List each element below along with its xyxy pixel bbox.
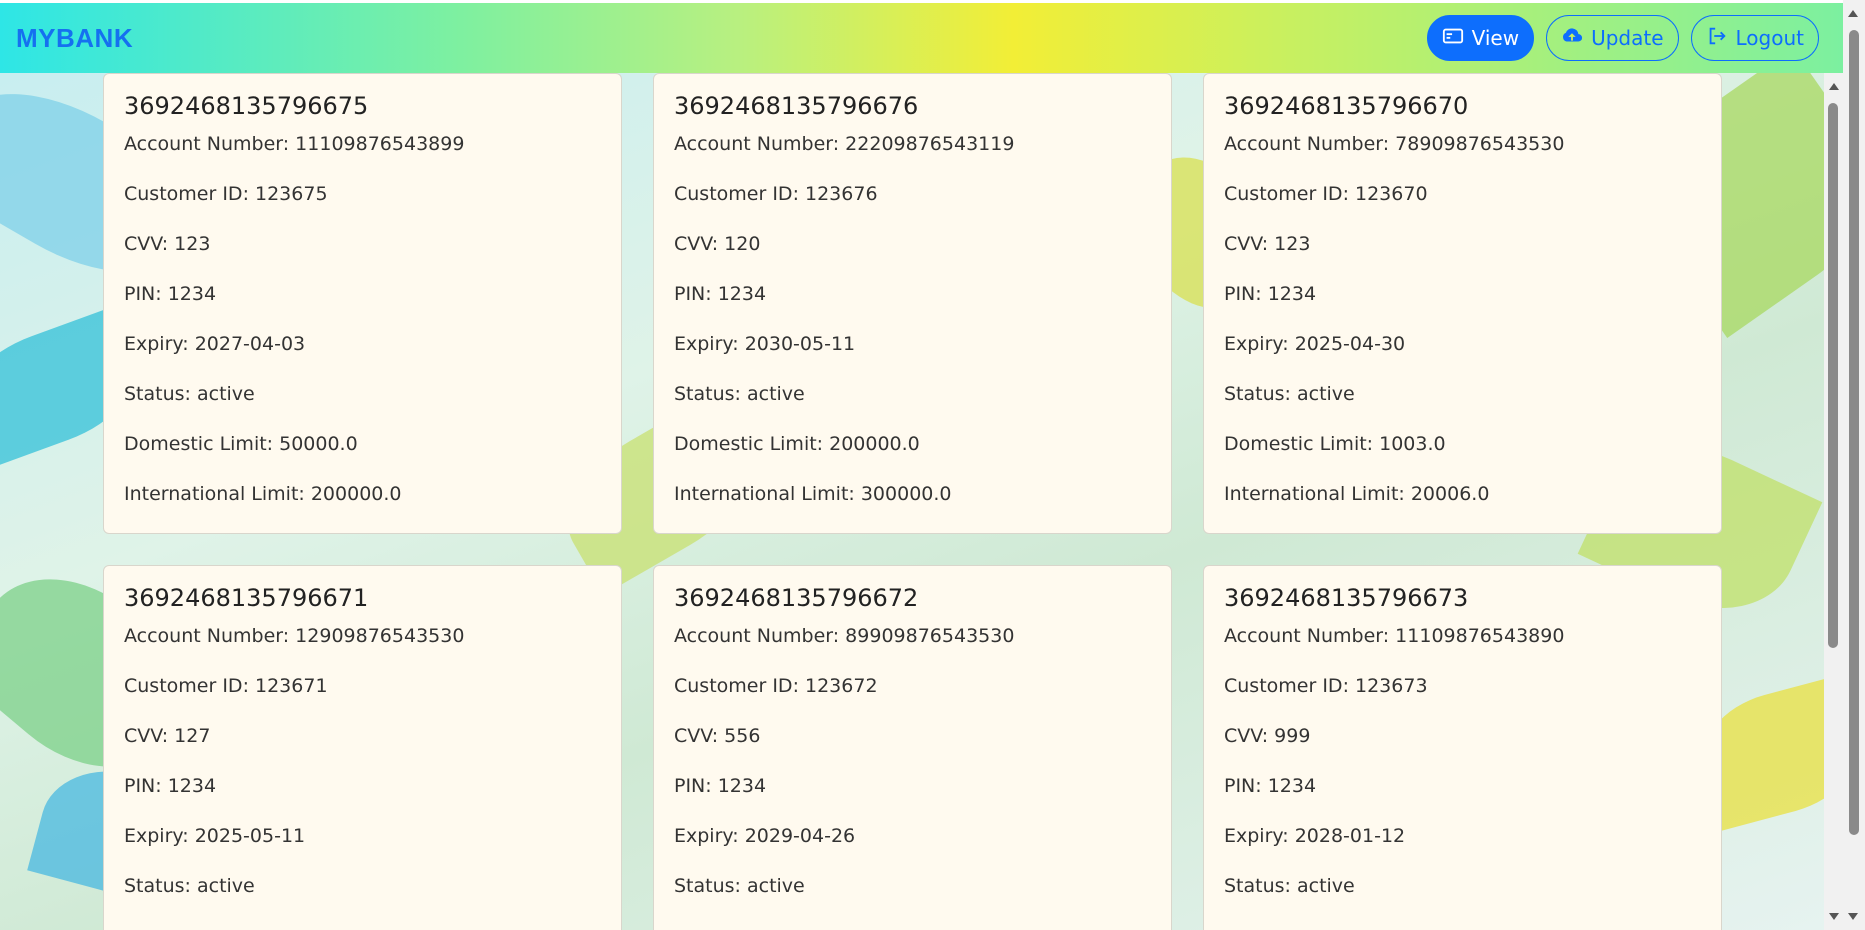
account-number: Account Number: 11109876543899 [124,133,465,155]
customer-id: Customer ID: 123675 [124,183,328,205]
status: Status: active [124,383,255,405]
domestic-limit: Domestic Limit: 1003.0 [1224,433,1446,455]
status: Status: active [674,383,805,405]
navbar: MYBANK View Update Logout [0,3,1843,73]
page-scrollbar[interactable] [1843,0,1865,930]
customer-id: Customer ID: 123676 [674,183,878,205]
cvv: CVV: 123 [124,233,211,255]
pin: PIN: 1234 [1224,775,1317,797]
customer-id: Customer ID: 123673 [1224,675,1428,697]
expiry: Expiry: 2028-01-12 [1224,825,1406,847]
brand-logo[interactable]: MYBANK [16,23,133,54]
international-limit: International Limit: 200000.0 [124,483,402,505]
account-number: Account Number: 12909876543530 [124,625,465,647]
account-number: Account Number: 89909876543530 [674,625,1015,647]
scroll-down-arrow-icon[interactable] [1848,913,1858,920]
page-scroll-thumb[interactable] [1849,30,1859,835]
card-item: 3692468135796673 Account Number: 1110987… [1203,565,1722,930]
scroll-up-arrow-icon[interactable] [1829,83,1839,90]
customer-id: Customer ID: 123671 [124,675,328,697]
pin: PIN: 1234 [674,775,767,797]
card-item: 3692468135796670 Account Number: 7890987… [1203,73,1722,534]
card-item: 3692468135796675 Account Number: 1110987… [103,73,622,534]
domestic-limit: Domestic Limit: 200000.0 [674,433,920,455]
card-item: 3692468135796672 Account Number: 8990987… [653,565,1172,930]
expiry: Expiry: 2025-04-30 [1224,333,1406,355]
card-number: 3692468135796676 [674,92,919,120]
card-item: 3692468135796676 Account Number: 2220987… [653,73,1172,534]
customer-id: Customer ID: 123672 [674,675,878,697]
account-number: Account Number: 78909876543530 [1224,133,1565,155]
logout-button-label: Logout [1735,26,1804,50]
content-scrollbar[interactable] [1824,73,1843,930]
scroll-down-arrow-icon[interactable] [1829,913,1839,920]
account-number: Account Number: 22209876543119 [674,133,1015,155]
expiry: Expiry: 2025-05-11 [124,825,306,847]
international-limit: International Limit: 300000.0 [674,483,952,505]
expiry: Expiry: 2030-05-11 [674,333,856,355]
logout-icon [1706,25,1728,52]
status: Status: active [1224,875,1355,897]
expiry: Expiry: 2029-04-26 [674,825,856,847]
cvv: CVV: 999 [1224,725,1311,747]
nav-buttons: View Update Logout [1426,15,1819,61]
card-number: 3692468135796673 [1224,584,1469,612]
pin: PIN: 1234 [124,775,217,797]
international-limit: International Limit: 20006.0 [1224,483,1490,505]
card-number: 3692468135796670 [1224,92,1469,120]
card-item: 3692468135796671 Account Number: 1290987… [103,565,622,930]
update-button[interactable]: Update [1546,15,1679,61]
card-number: 3692468135796675 [124,92,369,120]
cvv: CVV: 120 [674,233,761,255]
cvv: CVV: 127 [124,725,211,747]
account-number: Account Number: 11109876543890 [1224,625,1565,647]
status: Status: active [1224,383,1355,405]
update-button-label: Update [1591,26,1664,50]
cloud-upload-icon [1561,25,1583,52]
expiry: Expiry: 2027-04-03 [124,333,306,355]
view-button-label: View [1471,26,1520,50]
logout-button[interactable]: Logout [1690,15,1819,61]
card-icon [1442,25,1464,52]
cvv: CVV: 556 [674,725,761,747]
scroll-up-arrow-icon[interactable] [1848,10,1858,17]
pin: PIN: 1234 [674,283,767,305]
cvv: CVV: 123 [1224,233,1311,255]
domestic-limit: Domestic Limit: 50000.0 [124,433,358,455]
status: Status: active [674,875,805,897]
status: Status: active [124,875,255,897]
pin: PIN: 1234 [1224,283,1317,305]
card-number: 3692468135796672 [674,584,919,612]
card-number: 3692468135796671 [124,584,369,612]
pin: PIN: 1234 [124,283,217,305]
content-scroll-thumb[interactable] [1828,103,1838,648]
view-button[interactable]: View [1426,15,1535,61]
customer-id: Customer ID: 123670 [1224,183,1428,205]
